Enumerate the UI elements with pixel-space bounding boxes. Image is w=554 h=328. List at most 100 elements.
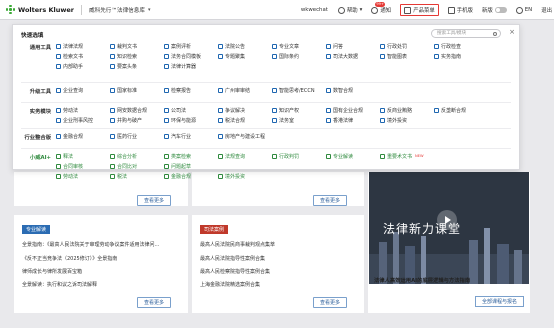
logo[interactable]: Wolters Kluwer <box>6 5 74 14</box>
promo-banner[interactable]: 法律新力课堂 <box>369 172 529 284</box>
menu-item[interactable]: 金融合规 <box>164 173 218 180</box>
tool-icon <box>218 53 223 59</box>
menu-item[interactable]: 智能思考/ECCN <box>272 87 326 94</box>
more-button[interactable]: 查看更多 <box>137 195 172 206</box>
article-link[interactable]: 全景指南：《最高人民法院关于审理劳动争议案件适用法律问... <box>22 241 159 248</box>
menu-section-label: 实务模块 <box>29 109 51 115</box>
mobile-label: 手机版 <box>456 8 473 14</box>
menu-item[interactable]: 法规查询 <box>218 153 272 160</box>
menu-item[interactable]: 重要术文书 NEW <box>380 153 434 160</box>
menu-item[interactable]: 法务合同模板 <box>164 53 218 60</box>
menu-item[interactable]: 专业文章 <box>272 43 326 50</box>
article-link[interactable]: 最高人民法院民商事裁判观点集萃 <box>200 241 275 248</box>
menu-item[interactable]: 广州审审结 <box>218 87 272 94</box>
chevron-down-icon[interactable]: ▾ <box>148 7 151 13</box>
menu-item[interactable]: 公司法 <box>164 107 218 114</box>
menu-item[interactable]: 房地产与建设工程 <box>218 133 272 140</box>
empty-cell <box>272 133 326 139</box>
menu-item-label: 反垄断合规 <box>441 107 467 114</box>
toggle-switch[interactable] <box>494 7 507 13</box>
menu-item[interactable]: 反垄断合规 <box>434 107 488 114</box>
all-courses-button[interactable]: 全部课程与报名 <box>475 296 525 307</box>
menu-item[interactable]: 司法大数据 <box>326 53 380 60</box>
logout-button[interactable]: 退出 <box>541 6 552 14</box>
article-link[interactable]: 最高人民法院指导性案例合集 <box>200 255 265 262</box>
menu-item[interactable]: 法律计算器 <box>164 63 218 70</box>
menu-item[interactable]: 综合分析 <box>110 153 164 160</box>
menu-item[interactable]: 内部助手 <box>56 63 110 70</box>
empty-cell <box>326 63 380 69</box>
article-link[interactable]: 最高人民检察院指导性案例合集 <box>200 268 270 275</box>
menu-item[interactable]: 企业刑事风控 <box>56 117 110 124</box>
help-button[interactable]: 帮助 ▾ <box>337 6 362 14</box>
menu-item[interactable]: 专业解读 <box>326 153 380 160</box>
menu-item[interactable]: 法务室 <box>272 117 326 124</box>
search-icon[interactable] <box>492 31 497 36</box>
menu-item[interactable]: 国家标准 <box>110 87 164 94</box>
article-link[interactable]: 《反不正当竞争法（2025修订）》全景指南 <box>22 255 117 262</box>
empty-cell <box>434 133 488 139</box>
empty-cell <box>434 87 488 93</box>
article-link[interactable]: 上海金融法院精选案例合集 <box>200 281 260 288</box>
menu-item[interactable]: 境外投资 <box>380 117 434 124</box>
empty-cell <box>380 133 434 139</box>
menu-item[interactable]: 企业查询 <box>56 87 110 94</box>
promo-caption: 法律人高效运用AI的底层逻辑与方法指南 <box>374 278 471 284</box>
new-version-toggle[interactable]: 新版 <box>482 6 507 14</box>
menu-item[interactable]: 案例评析 <box>164 43 218 50</box>
menu-item[interactable]: 法院公告 <box>218 43 272 50</box>
more-button[interactable]: 查看更多 <box>313 297 348 308</box>
menu-item[interactable]: 检察报告 <box>164 87 218 94</box>
menu-item[interactable]: 并购与破产 <box>110 117 164 124</box>
menu-item[interactable]: 医药行业 <box>110 133 164 140</box>
menu-item[interactable]: 境外投资 <box>218 173 272 180</box>
product-menu-button[interactable]: 产品菜单 <box>400 4 439 16</box>
menu-item[interactable]: 知识产权 <box>272 107 326 114</box>
article-link[interactable]: 律师成长与律所发展百宝箱 <box>22 268 82 275</box>
menu-item[interactable]: 行政处罚 <box>380 43 434 50</box>
menu-item[interactable]: 专题聚集 <box>218 53 272 60</box>
username[interactable]: wkwechat <box>301 7 328 13</box>
menu-item[interactable]: 环保与能源 <box>164 117 218 124</box>
product-brand[interactable]: 威科先行™法律信息库 <box>89 6 145 14</box>
menu-item[interactable]: 要案头条 <box>110 63 164 70</box>
menu-item[interactable]: 实务指南 <box>434 53 488 60</box>
menu-search-input[interactable]: 搜索工具/模块 <box>431 29 501 38</box>
menu-item[interactable]: 智能图表 <box>380 53 434 60</box>
tool-icon <box>56 107 61 113</box>
menu-item[interactable]: 知识检索 <box>110 53 164 60</box>
language-switch[interactable]: EN <box>515 6 532 14</box>
menu-item[interactable]: 汽车行业 <box>164 133 218 140</box>
menu-item[interactable]: 劳动法 <box>56 107 110 114</box>
menu-section-label: 行业整合版 <box>24 135 52 141</box>
mobile-version-button[interactable]: 手机版 <box>447 6 473 14</box>
menu-item[interactable]: 数智合规 <box>326 87 380 94</box>
menu-item[interactable]: 裁判文书 <box>110 43 164 50</box>
menu-item[interactable]: 释法 <box>56 153 110 160</box>
menu-item[interactable]: 问答 <box>326 43 380 50</box>
menu-item[interactable]: 劳动法 <box>56 173 110 180</box>
tool-icon <box>56 43 61 49</box>
menu-item[interactable]: 问题起草 <box>164 163 218 170</box>
menu-item[interactable]: 合同比对 <box>110 163 164 170</box>
menu-item[interactable]: 行政判罚 <box>272 153 326 160</box>
menu-item[interactable]: 行政检查 <box>434 43 488 50</box>
menu-item[interactable]: 检索文书 <box>56 53 110 60</box>
article-link[interactable]: 全景解读：执行和议之诉司法解释 <box>22 281 97 288</box>
menu-item[interactable]: 国有企业合规 <box>326 107 380 114</box>
menu-item[interactable]: 国际条约 <box>272 53 326 60</box>
menu-item[interactable]: 合同审核 <box>56 163 110 170</box>
close-icon[interactable]: × <box>509 28 515 36</box>
menu-item[interactable]: 法律法规 <box>56 43 110 50</box>
menu-item[interactable]: 香港法律 <box>326 117 380 124</box>
menu-item[interactable]: 税法合规 <box>218 117 272 124</box>
more-button[interactable]: 查看更多 <box>137 297 172 308</box>
menu-item[interactable]: 税法 <box>110 173 164 180</box>
menu-item[interactable]: 反商业贿赂 <box>380 107 434 114</box>
menu-item[interactable]: 金融合规 <box>56 133 110 140</box>
notification-button[interactable]: 99+ 通知 <box>371 2 391 14</box>
more-button[interactable]: 查看更多 <box>313 195 348 206</box>
menu-item[interactable]: 网安数据合规 <box>110 107 164 114</box>
menu-item[interactable]: 争议解决 <box>218 107 272 114</box>
menu-item[interactable]: 类案检索 <box>164 153 218 160</box>
